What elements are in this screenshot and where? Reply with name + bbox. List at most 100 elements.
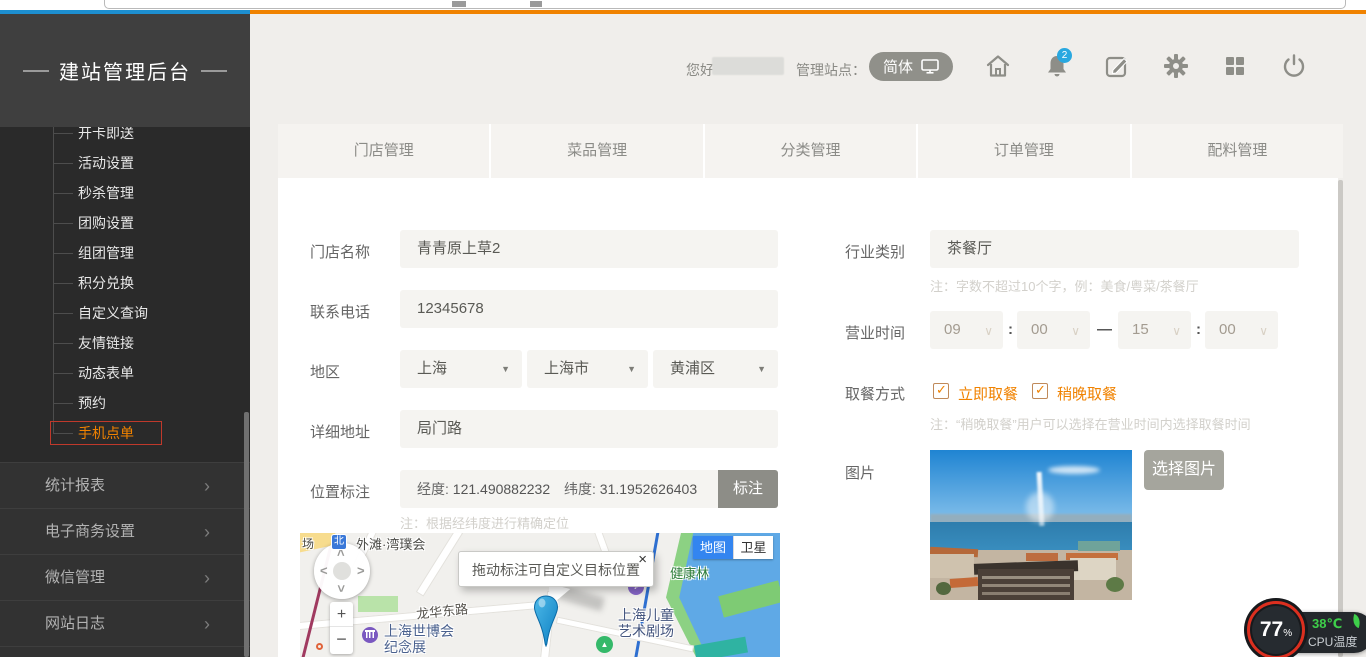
tab-ingredient-management[interactable]: 配料管理 bbox=[1132, 124, 1343, 178]
district-select[interactable]: 黄浦区 ▼ bbox=[653, 350, 778, 388]
end-minute-select[interactable]: 00 ∨ bbox=[1205, 311, 1278, 349]
store-name-label: 门店名称 bbox=[310, 241, 370, 262]
zoom-in-button[interactable]: + bbox=[330, 602, 353, 627]
industry-note: 注：字数不超过10个字，例：美食/粤菜/茶餐厅 bbox=[930, 276, 1199, 295]
map-widget[interactable]: 场 外滩·湾璞会 龙华东路 上海世博会 纪念展 上海儿童 艺术剧场 健康林 ♪ … bbox=[300, 533, 780, 657]
sidebar-item-custom-query[interactable]: 自定义查询 bbox=[78, 303, 148, 323]
map-label-bund: 外滩·湾璞会 bbox=[356, 534, 425, 553]
section-label: 电子商务设置 bbox=[45, 523, 135, 540]
chevron-right-icon: › bbox=[204, 463, 210, 509]
chevron-right-icon: › bbox=[204, 601, 210, 647]
sidebar-section-wechat[interactable]: 微信管理 › bbox=[0, 554, 250, 600]
province-select[interactable]: 上海 ▼ bbox=[400, 350, 522, 388]
compose-button[interactable] bbox=[1103, 52, 1131, 80]
map-tooltip: 拖动标注可自定义目标位置 × bbox=[458, 551, 654, 587]
sidebar-item-group-manage[interactable]: 组团管理 bbox=[78, 243, 134, 263]
pan-center-knob[interactable] bbox=[333, 562, 351, 580]
section-label: 统计报表 bbox=[45, 477, 105, 494]
sidebar: 建站管理后台 开卡即送 活动设置 秒杀管理 团购设置 组团管理 积分兑换 自定义… bbox=[0, 14, 250, 657]
start-minute-select[interactable]: 00 ∨ bbox=[1017, 311, 1090, 349]
language-label: 简体 bbox=[883, 56, 913, 77]
address-label: 详细地址 bbox=[310, 421, 370, 442]
location-input[interactable]: 经度: 121.490882232 纬度: 31.1952626403 bbox=[400, 470, 718, 508]
pan-right-icon[interactable]: > bbox=[357, 563, 365, 578]
province-value: 上海 bbox=[417, 360, 447, 377]
tree-tick bbox=[53, 133, 73, 134]
phone-label: 联系电话 bbox=[310, 301, 370, 322]
tab-store-management[interactable]: 门店管理 bbox=[278, 124, 489, 178]
sidebar-item-points[interactable]: 积分兑换 bbox=[78, 273, 134, 293]
sidebar-section-ecommerce[interactable]: 电子商务设置 › bbox=[0, 508, 250, 554]
address-input[interactable]: 局门路 bbox=[400, 410, 778, 448]
pickup-later-label[interactable]: 稍晚取餐 bbox=[1057, 383, 1117, 404]
home-button[interactable] bbox=[984, 52, 1012, 80]
sidebar-section-reports[interactable]: 统计报表 › bbox=[0, 462, 250, 508]
tab-order-management[interactable]: 订单管理 bbox=[918, 124, 1129, 178]
cpu-usage-gauge[interactable]: 77% bbox=[1247, 601, 1305, 657]
redacted-username bbox=[712, 57, 784, 75]
chevron-down-icon: ∨ bbox=[984, 312, 993, 350]
phone-input[interactable]: 12345678 bbox=[400, 290, 778, 328]
apps-button[interactable] bbox=[1221, 52, 1249, 80]
sidebar-item-flash-sale[interactable]: 秒杀管理 bbox=[78, 183, 134, 203]
address-bar-remnant bbox=[104, 0, 1346, 9]
map-label-expo2: 纪念展 bbox=[384, 637, 426, 657]
sidebar-item-mobile-order[interactable]: 手机点单 bbox=[78, 423, 134, 443]
sidebar-section-logs[interactable]: 网站日志 › bbox=[0, 600, 250, 646]
industry-input[interactable]: 茶餐厅 bbox=[930, 230, 1299, 268]
map-type-map-button[interactable]: 地图 bbox=[693, 536, 733, 559]
industry-label: 行业类别 bbox=[845, 241, 905, 262]
map-zoom-control[interactable]: + − bbox=[330, 602, 353, 654]
city-select[interactable]: 上海市 ▼ bbox=[527, 350, 648, 388]
sidebar-item-dynamic-form[interactable]: 动态表单 bbox=[78, 363, 134, 383]
logout-button[interactable] bbox=[1280, 52, 1308, 80]
chevron-down-icon: ∨ bbox=[1259, 312, 1268, 350]
chevron-down-icon: ∨ bbox=[1071, 312, 1080, 350]
pickup-later-checkbox[interactable] bbox=[1032, 383, 1048, 399]
addressbar-text-remnant bbox=[452, 1, 466, 7]
end-hour-value: 15 bbox=[1132, 321, 1149, 338]
map-label-park: 健康林 bbox=[670, 563, 709, 582]
start-hour-value: 09 bbox=[944, 321, 961, 338]
image-label: 图片 bbox=[845, 462, 875, 483]
lat-label: 纬度: bbox=[564, 481, 596, 497]
sidebar-item-reservation[interactable]: 预约 bbox=[78, 393, 106, 413]
close-icon[interactable]: × bbox=[638, 542, 647, 578]
pan-left-icon[interactable]: < bbox=[320, 563, 328, 578]
end-hour-select[interactable]: 15 ∨ bbox=[1118, 311, 1191, 349]
sidebar-scrollbar[interactable] bbox=[244, 412, 249, 657]
lng-value: 121.490882232 bbox=[453, 481, 550, 497]
sidebar-item-group-buy[interactable]: 团购设置 bbox=[78, 213, 134, 233]
settings-button[interactable] bbox=[1162, 52, 1190, 80]
pan-down-icon[interactable]: < bbox=[333, 585, 348, 593]
pickup-now-checkbox[interactable] bbox=[933, 383, 949, 399]
choose-image-button[interactable]: 选择图片 bbox=[1144, 450, 1224, 490]
map-park bbox=[358, 596, 398, 612]
mark-location-button[interactable]: 标注 bbox=[718, 470, 778, 508]
sidebar-title: 建站管理后台 bbox=[0, 14, 250, 127]
store-name-input[interactable]: 青青原上草2 bbox=[400, 230, 778, 268]
gear-icon bbox=[1162, 52, 1190, 80]
district-value: 黄浦区 bbox=[670, 360, 715, 377]
map-pin-icon[interactable] bbox=[533, 595, 559, 647]
greeting-text: 您好 bbox=[686, 60, 714, 80]
app-title: 建站管理后台 bbox=[59, 56, 191, 85]
map-type-satellite-button[interactable]: 卫星 bbox=[733, 536, 773, 559]
title-dash-left bbox=[23, 70, 49, 72]
tab-bar: 门店管理 菜品管理 分类管理 订单管理 配料管理 bbox=[278, 124, 1343, 178]
lat-value: 31.1952626403 bbox=[600, 481, 697, 497]
map-pan-control[interactable]: < < > < bbox=[314, 543, 370, 599]
content-scrollbar[interactable] bbox=[1338, 180, 1343, 657]
start-hour-select[interactable]: 09 ∨ bbox=[930, 311, 1003, 349]
tab-dish-management[interactable]: 菜品管理 bbox=[491, 124, 702, 178]
sidebar-item-card-gift[interactable]: 开卡即送 bbox=[78, 127, 134, 143]
pickup-now-label[interactable]: 立即取餐 bbox=[958, 383, 1018, 404]
section-label: 微信管理 bbox=[45, 569, 105, 586]
sidebar-item-links[interactable]: 友情链接 bbox=[78, 333, 134, 353]
city-value: 上海市 bbox=[544, 360, 589, 377]
museum-icon bbox=[362, 627, 378, 643]
language-button[interactable]: 简体 bbox=[869, 52, 953, 81]
tab-category-management[interactable]: 分类管理 bbox=[705, 124, 916, 178]
zoom-out-button[interactable]: − bbox=[330, 627, 353, 653]
sidebar-item-activity[interactable]: 活动设置 bbox=[78, 153, 134, 173]
